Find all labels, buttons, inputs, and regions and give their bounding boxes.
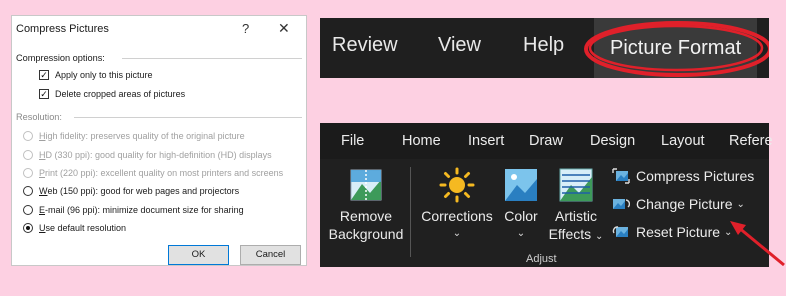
compress-pictures-label: Compress Pictures	[636, 168, 755, 184]
radio-web[interactable]: Web (150 ppi): good for web pages and pr…	[23, 184, 239, 198]
radio-hd[interactable]: HD (330 ppi): good quality for high-defi…	[23, 148, 272, 162]
red-highlight-ellipse	[584, 21, 769, 77]
radio-email[interactable]: E -mail (96 ppi): minimize document size …	[23, 203, 244, 217]
group-divider	[410, 167, 411, 257]
remove-bg-label-2: Background	[328, 226, 404, 242]
menu-draw[interactable]: Draw	[529, 133, 563, 149]
apply-only-label: Apply only to this picture	[55, 70, 153, 80]
change-picture-icon	[613, 199, 630, 209]
corrections-label: Corrections	[421, 208, 493, 224]
resolution-label: Resolution:	[16, 112, 62, 122]
color-picture-icon	[505, 169, 537, 201]
menu-layout[interactable]: Layout	[661, 133, 705, 149]
artistic-label-1: Artistic	[555, 208, 597, 224]
menu-home[interactable]: Home	[402, 133, 441, 149]
radio-circle-selected	[23, 223, 33, 233]
color-label: Color	[504, 208, 538, 224]
compress-pictures-dialog: Compress Pictures ? ✕ Compression option…	[11, 15, 307, 266]
help-button[interactable]: ?	[242, 21, 249, 36]
sun-icon	[439, 167, 475, 203]
radio-default[interactable]: Use default resolution	[23, 221, 126, 235]
radio-circle	[23, 205, 33, 215]
chevron-down-icon: ⌄	[516, 228, 526, 239]
radio-circle	[23, 186, 33, 196]
chevron-down-icon: ⌄	[452, 228, 462, 239]
menu-references[interactable]: Refere	[729, 133, 773, 149]
radio-print[interactable]: Print (220 ppi): excellent quality on mo…	[23, 166, 283, 180]
delete-cropped-label: Delete cropped areas of pictures	[55, 89, 186, 99]
ribbon-menu-bar: File Home Insert Draw Design Layout Refe…	[320, 123, 773, 159]
ok-button[interactable]: OK	[168, 245, 229, 265]
reset-picture-button[interactable]: Reset Picture ⌄	[612, 224, 732, 240]
picture-format-ribbon: File Home Insert Draw Design Layout Refe…	[320, 123, 785, 267]
radio-circle	[23, 150, 33, 160]
radio-circle	[23, 131, 33, 141]
reset-picture-label: Reset Picture	[636, 224, 721, 240]
remove-background-button[interactable]: Remove Background	[326, 167, 406, 243]
artistic-effects-icon	[559, 168, 593, 202]
artistic-effects-button[interactable]: Artistic Effects ⌄	[548, 167, 604, 246]
corrections-button[interactable]: Corrections ⌄	[416, 167, 498, 243]
menu-design[interactable]: Design	[590, 133, 635, 149]
artistic-label-2: Effects ⌄	[548, 226, 604, 242]
divider	[122, 58, 302, 59]
color-button[interactable]: Color ⌄	[500, 167, 542, 243]
compression-options-label: Compression options:	[16, 53, 105, 63]
menu-file[interactable]: File	[341, 133, 364, 149]
checkmark-icon: ✓	[39, 89, 49, 99]
red-arrow-icon	[730, 221, 785, 267]
delete-cropped-checkbox[interactable]: ✓ Delete cropped areas of pictures	[39, 87, 185, 101]
divider	[74, 117, 302, 118]
compress-pictures-button[interactable]: Compress Pictures	[612, 168, 754, 184]
adjust-group-label: Adjust	[526, 253, 557, 265]
cancel-button[interactable]: Cancel	[240, 245, 301, 265]
radio-high-fidelity[interactable]: High fidelity: preserves quality of the …	[23, 129, 245, 143]
close-button[interactable]: ✕	[278, 20, 290, 37]
reset-picture-icon	[612, 226, 628, 237]
ribbon-tab-bar: Review View Help Picture Format	[320, 18, 769, 78]
remove-bg-label-1: Remove	[339, 208, 393, 224]
compress-pictures-icon	[612, 168, 630, 184]
checkmark-icon: ✓	[39, 70, 49, 80]
radio-circle	[23, 168, 33, 178]
dialog-title: Compress Pictures	[16, 23, 109, 35]
menu-insert[interactable]: Insert	[468, 133, 504, 149]
apply-only-checkbox[interactable]: ✓ Apply only to this picture	[39, 68, 153, 82]
remove-background-icon	[350, 169, 382, 201]
